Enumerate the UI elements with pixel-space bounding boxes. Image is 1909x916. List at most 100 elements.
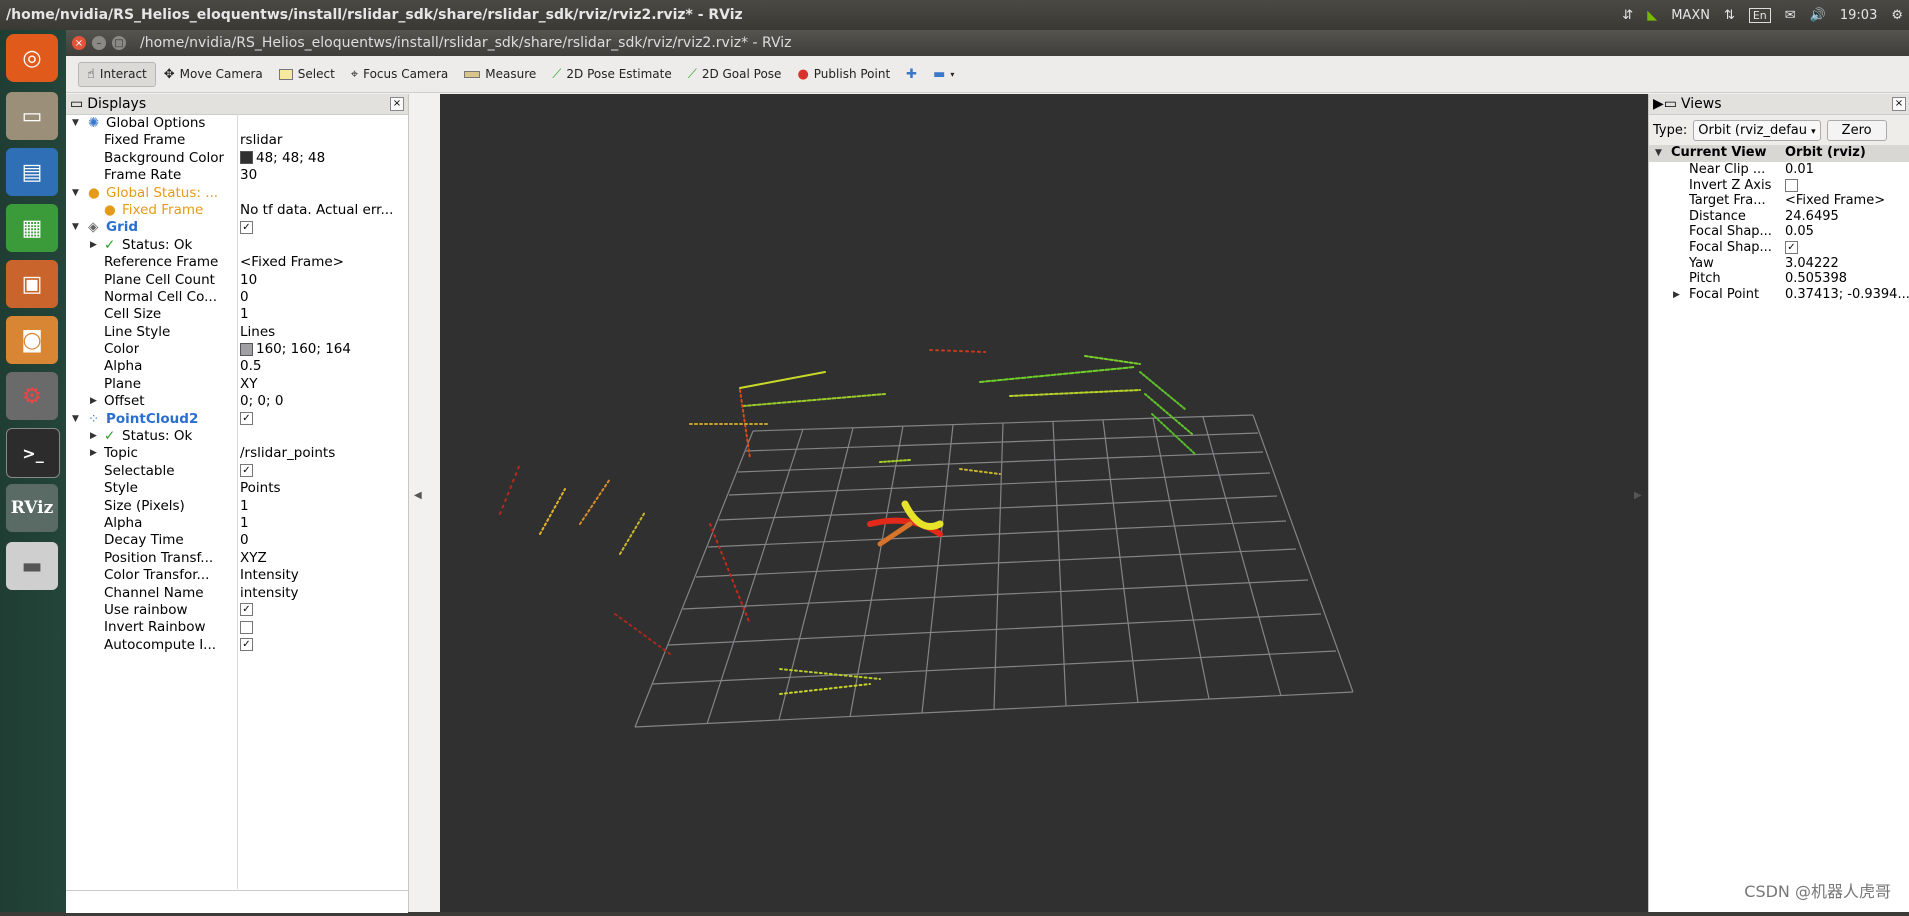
tree-row-normal-cell-count[interactable]: Normal Cell Co... 0 [66, 289, 408, 306]
tree-value[interactable]: intensity [240, 585, 406, 601]
tree-value[interactable]: 0; 0; 0 [240, 393, 406, 409]
view-type-select[interactable]: Orbit (rviz_defau ▾ [1693, 119, 1821, 141]
files-icon[interactable]: ▭ [6, 92, 58, 140]
tree-row-use-rainbow[interactable]: Use rainbow ✓ [66, 602, 408, 619]
tree-value[interactable]: ✓ [240, 219, 406, 235]
view-row-invert-z[interactable]: Invert Z Axis [1649, 178, 1909, 194]
invert-z-checkbox[interactable] [1785, 178, 1798, 192]
expand-arrow-icon[interactable]: ▼ [1655, 148, 1662, 158]
tree-row-grid-status[interactable]: ▶ ✓ Status: Ok [66, 237, 408, 254]
view-row-near-clip[interactable]: Near Clip ... 0.01 [1649, 162, 1909, 178]
view-value[interactable]: <Fixed Frame> [1785, 193, 1909, 208]
tree-value[interactable]: ✓ [240, 411, 406, 427]
select-tool[interactable]: Select [271, 63, 343, 85]
tree-row-invert-rainbow[interactable]: Invert Rainbow [66, 619, 408, 636]
tree-value[interactable]: 0 [240, 289, 406, 305]
use-rainbow-checkbox[interactable]: ✓ [240, 603, 253, 617]
collapse-right-panel-arrow-icon[interactable]: ▶ [1634, 490, 1642, 501]
close-window-button[interactable]: × [72, 36, 86, 50]
view-value[interactable]: 0.05 [1785, 224, 1909, 239]
collapse-left-panel-arrow-icon[interactable]: ◀ [414, 490, 422, 501]
grid-enabled-checkbox[interactable]: ✓ [240, 220, 253, 234]
tree-row-alpha-pc[interactable]: Alpha 1 [66, 515, 408, 532]
tree-value[interactable]: Intensity [240, 567, 406, 583]
view-row-distance[interactable]: Distance 24.6495 [1649, 209, 1909, 225]
ubuntu-dash-icon[interactable]: ◎ [6, 34, 58, 82]
rviz-launcher-icon[interactable]: RViz [6, 484, 58, 532]
system-settings-icon[interactable]: ⚙ [6, 372, 58, 420]
tree-row-frame-rate[interactable]: Frame Rate 30 [66, 167, 408, 184]
tree-row-plane[interactable]: Plane XY [66, 376, 408, 393]
selectable-checkbox[interactable]: ✓ [240, 464, 253, 478]
tree-value[interactable]: 160; 160; 164 [240, 341, 406, 357]
tree-value[interactable]: 0 [240, 532, 406, 548]
tree-row-global-status[interactable]: ▼ ● Global Status: ... [66, 185, 408, 202]
view-value[interactable] [1785, 178, 1909, 193]
tree-value[interactable]: Points [240, 480, 406, 496]
settings-gear-icon[interactable]: ⚙ [1891, 8, 1903, 23]
tree-value[interactable]: 30 [240, 167, 406, 183]
current-view-row[interactable]: ▼ Current View Orbit (rviz) [1649, 145, 1909, 162]
view-row-focal-shape-fixed[interactable]: Focal Shap... ✓ [1649, 240, 1909, 256]
tree-row-selectable[interactable]: Selectable ✓ [66, 463, 408, 480]
tree-row-global-options[interactable]: ▼ ✺ Global Options [66, 115, 408, 132]
tree-row-fixed-frame[interactable]: Fixed Frame rslidar [66, 132, 408, 149]
tree-row-topic[interactable]: ▶ Topic /rslidar_points [66, 445, 408, 462]
view-value[interactable]: 3.04222 [1785, 256, 1909, 271]
tree-row-position-transformer[interactable]: Position Transf... XYZ [66, 550, 408, 567]
interact-tool[interactable]: ☝ Interact [78, 61, 156, 87]
tree-row-grid[interactable]: ▼ ◈ Grid ✓ [66, 219, 408, 236]
keyboard-layout-indicator[interactable]: En [1748, 7, 1771, 23]
disk-drive-icon[interactable]: ▬ [6, 542, 58, 590]
tree-value[interactable]: <Fixed Frame> [240, 254, 406, 270]
software-center-icon[interactable]: ◙ [6, 316, 58, 364]
tree-row-fixed-frame-status[interactable]: ● Fixed Frame No tf data. Actual err... [66, 202, 408, 219]
writer-icon[interactable]: ▤ [6, 148, 58, 196]
invert-rainbow-checkbox[interactable] [240, 620, 253, 634]
view-value[interactable]: ✓ [1785, 240, 1909, 255]
tree-value[interactable]: 1 [240, 306, 406, 322]
remove-tool-button[interactable]: ▬ ▾ [925, 63, 962, 86]
tree-row-cell-size[interactable]: Cell Size 1 [66, 306, 408, 323]
focal-shape-checkbox[interactable]: ✓ [1785, 240, 1798, 254]
power-mode-indicator[interactable]: MAXN [1671, 8, 1710, 23]
close-icon[interactable]: × [1892, 97, 1906, 111]
expand-arrow-icon[interactable]: ▶ [90, 240, 97, 250]
tree-value[interactable]: 1 [240, 515, 406, 531]
view-row-pitch[interactable]: Pitch 0.505398 [1649, 271, 1909, 287]
point-cloud-scene[interactable] [440, 94, 1684, 912]
volume-icon[interactable]: 🔊 [1810, 8, 1826, 23]
pose-estimate-tool[interactable]: ⟋ 2D Pose Estimate [544, 63, 679, 86]
expand-arrow-icon[interactable]: ▶ [90, 396, 97, 406]
expand-arrow-icon[interactable]: ▼ [72, 414, 79, 424]
tree-row-color-transformer[interactable]: Color Transfor... Intensity [66, 567, 408, 584]
tree-value[interactable] [240, 619, 406, 635]
tree-value[interactable]: ✓ [240, 602, 406, 618]
minimize-window-button[interactable]: – [92, 36, 106, 50]
tree-row-size-pixels[interactable]: Size (Pixels) 1 [66, 498, 408, 515]
add-tool-button[interactable]: ✚ [898, 63, 925, 86]
mail-icon[interactable]: ✉ [1785, 8, 1796, 23]
view-value[interactable]: 0.37413; -0.9394... [1785, 287, 1909, 302]
focus-camera-tool[interactable]: ⌖ Focus Camera [343, 63, 457, 86]
tree-value[interactable]: 48; 48; 48 [240, 150, 406, 166]
tree-value[interactable]: XYZ [240, 550, 406, 566]
view-value[interactable]: 0.01 [1785, 162, 1909, 177]
measure-tool[interactable]: Measure [456, 63, 544, 85]
tree-value[interactable]: rslidar [240, 132, 406, 148]
autocompute-checkbox[interactable]: ✓ [240, 638, 253, 652]
tree-value[interactable]: No tf data. Actual err... [240, 202, 406, 218]
tree-value[interactable]: XY [240, 376, 406, 392]
tree-row-reference-frame[interactable]: Reference Frame <Fixed Frame> [66, 254, 408, 271]
tree-value[interactable]: 1 [240, 498, 406, 514]
publish-point-tool[interactable]: ● Publish Point [789, 63, 898, 86]
tree-value[interactable]: /rslidar_points [240, 445, 406, 461]
close-icon[interactable]: × [390, 97, 404, 111]
tree-row-alpha[interactable]: Alpha 0.5 [66, 358, 408, 375]
tree-value[interactable]: ✓ [240, 463, 406, 479]
view-row-target-frame[interactable]: Target Fra... <Fixed Frame> [1649, 193, 1909, 209]
tree-value[interactable]: 0.5 [240, 358, 406, 374]
expand-arrow-icon[interactable]: ▼ [72, 118, 79, 128]
view-row-focal-shape-size[interactable]: Focal Shap... 0.05 [1649, 224, 1909, 240]
tree-row-style[interactable]: Style Points [66, 480, 408, 497]
